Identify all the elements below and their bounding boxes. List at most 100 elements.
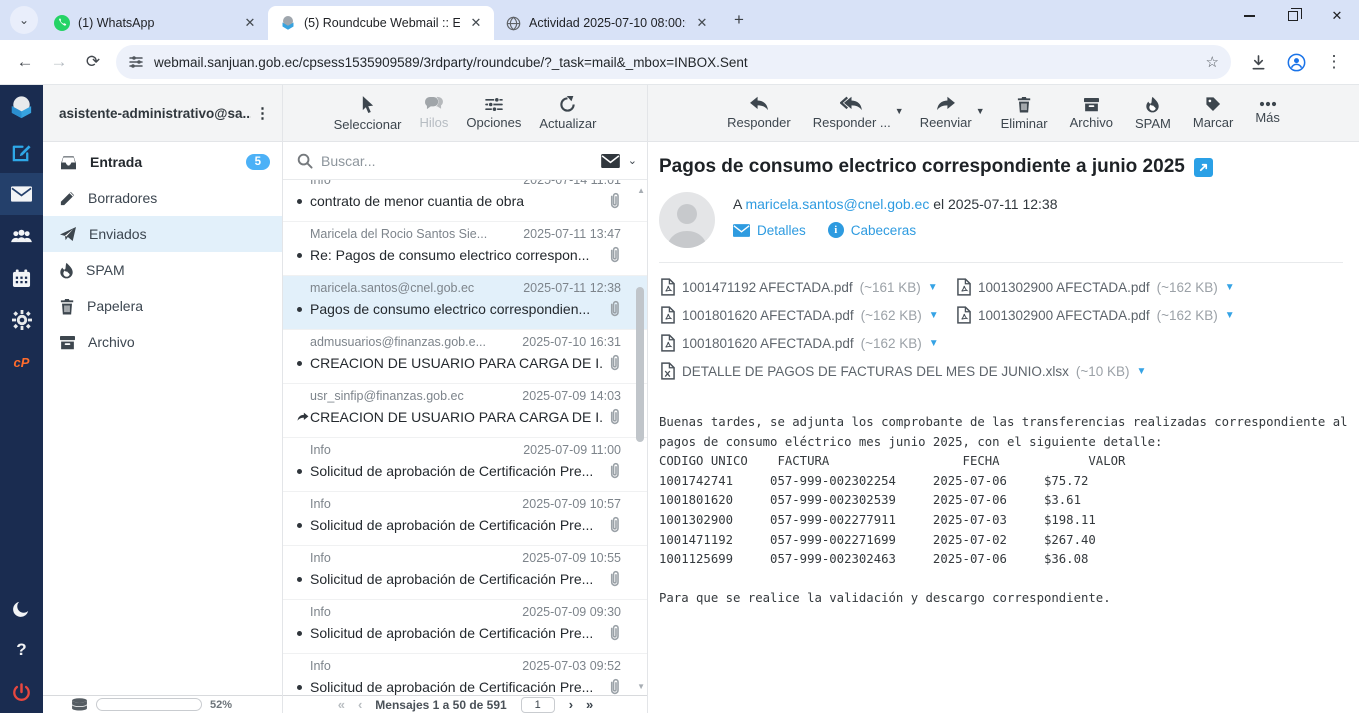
attachment-menu-caret-icon[interactable]: ▼ bbox=[928, 282, 938, 293]
attachment-clip-icon bbox=[608, 192, 621, 210]
toolbar-button-responder[interactable]: Responder ... bbox=[807, 92, 897, 134]
attachment-menu-caret-icon[interactable]: ▼ bbox=[929, 310, 939, 321]
dropdown-caret-icon[interactable]: ▼ bbox=[895, 106, 904, 134]
forward-button[interactable]: → bbox=[42, 45, 76, 79]
scrollbar-thumb[interactable] bbox=[636, 287, 644, 442]
site-settings-icon[interactable] bbox=[128, 54, 144, 70]
next-page-button[interactable]: › bbox=[569, 697, 572, 712]
attachment-menu-caret-icon[interactable]: ▼ bbox=[1225, 282, 1235, 293]
folder-item-entrada[interactable]: Entrada 5 bbox=[43, 144, 282, 180]
folder-item-borradores[interactable]: Borradores bbox=[43, 180, 282, 216]
message-list-item[interactable]: admusuarios@finanzas.gob.e... 2025-07-10… bbox=[283, 330, 647, 384]
calendar-icon[interactable] bbox=[0, 257, 43, 299]
attachment-item[interactable]: 1001471192 AFECTADA.pdf (~161 KB) ▼ bbox=[661, 273, 957, 301]
settings-gear-icon[interactable] bbox=[0, 299, 43, 341]
attachment-item[interactable]: DETALLE DE PAGOS DE FACTURAS DEL MES DE … bbox=[661, 357, 1166, 385]
url-text[interactable]: webmail.sanjuan.gob.ec/cpsess1535909589/… bbox=[154, 55, 1198, 70]
toolbar-button-reenviar[interactable]: Reenviar bbox=[914, 92, 978, 134]
tab-close-icon[interactable]: ✕ bbox=[694, 15, 710, 31]
attachment-menu-caret-icon[interactable]: ▼ bbox=[929, 338, 939, 349]
search-input[interactable] bbox=[321, 153, 593, 169]
message-list-item[interactable]: usr_sinfip@finanzas.gob.ec 2025-07-09 14… bbox=[283, 384, 647, 438]
folder-item-enviados[interactable]: Enviados bbox=[43, 216, 282, 252]
attachment-item[interactable]: 1001801620 AFECTADA.pdf (~162 KB) ▼ bbox=[661, 329, 957, 357]
details-toggle[interactable]: Detalles bbox=[733, 223, 806, 238]
headers-toggle[interactable]: i Cabeceras bbox=[828, 222, 916, 238]
logout-power-icon[interactable] bbox=[0, 671, 43, 713]
toolbar-button-m-s[interactable]: Más bbox=[1249, 97, 1286, 129]
recipient-email-link[interactable]: maricela.santos@cnel.gob.ec bbox=[745, 196, 929, 212]
attachment-clip-icon bbox=[608, 354, 621, 372]
toolbar-button-marcar[interactable]: Marcar bbox=[1187, 92, 1239, 134]
options-icon bbox=[485, 97, 503, 112]
tab-close-icon[interactable]: ✕ bbox=[242, 15, 258, 31]
roundcube-logo-icon[interactable] bbox=[0, 85, 43, 131]
cpanel-icon[interactable]: cP bbox=[0, 341, 43, 383]
toolbar-button-actualizar[interactable]: Actualizar bbox=[533, 92, 602, 135]
downloads-icon[interactable] bbox=[1241, 45, 1275, 79]
browser-menu-icon[interactable]: ⋮ bbox=[1317, 45, 1351, 79]
toolbar-button-hilos[interactable]: Hilos bbox=[414, 92, 455, 134]
search-options-chevron-icon[interactable]: ⌄ bbox=[628, 154, 637, 167]
list-scrollbar[interactable]: ▲ ▼ bbox=[634, 180, 646, 695]
toolbar-button-eliminar[interactable]: Eliminar bbox=[995, 92, 1054, 135]
message-subject: Solicitud de aprobación de Certificación… bbox=[310, 679, 602, 695]
toolbar-button-seleccionar[interactable]: Seleccionar bbox=[328, 91, 408, 136]
message-list-item[interactable]: Info 2025-07-14 11:01 contrato de menor … bbox=[283, 180, 647, 222]
scroll-down-icon[interactable]: ▼ bbox=[637, 682, 645, 691]
message-list-item[interactable]: Info 2025-07-09 11:00 Solicitud de aprob… bbox=[283, 438, 647, 492]
minimize-button[interactable] bbox=[1227, 0, 1271, 32]
prev-page-button[interactable]: ‹ bbox=[358, 697, 361, 712]
folder-item-archivo[interactable]: Archivo bbox=[43, 324, 282, 360]
attachment-item[interactable]: 1001302900 AFECTADA.pdf (~162 KB) ▼ bbox=[957, 301, 1253, 329]
page-number-input[interactable] bbox=[521, 697, 555, 713]
forwarded-icon bbox=[297, 412, 309, 422]
message-sender: Info bbox=[310, 605, 331, 619]
message-list-item[interactable]: Info 2025-07-09 10:57 Solicitud de aprob… bbox=[283, 492, 647, 546]
back-button[interactable]: ← bbox=[8, 45, 42, 79]
close-window-button[interactable]: ✕ bbox=[1315, 0, 1359, 32]
bookmark-star-icon[interactable]: ☆ bbox=[1206, 53, 1219, 71]
toolbar-button-responder[interactable]: Responder bbox=[721, 92, 797, 134]
pagination-summary: Mensajes 1 a 50 de 591 bbox=[375, 698, 506, 712]
open-in-new-window-icon[interactable] bbox=[1194, 158, 1213, 177]
address-bar[interactable]: webmail.sanjuan.gob.ec/cpsess1535909589/… bbox=[116, 45, 1231, 79]
mail-icon[interactable] bbox=[0, 173, 43, 215]
message-date: 2025-07-11 13:47 bbox=[523, 227, 621, 241]
folder-item-spam[interactable]: SPAM bbox=[43, 252, 282, 288]
toolbar-button-archivo[interactable]: Archivo bbox=[1064, 93, 1119, 134]
browser-tab[interactable]: (5) Roundcube Webmail :: Envia ✕ bbox=[268, 6, 494, 40]
message-list-item[interactable]: maricela.santos@cnel.gob.ec 2025-07-11 1… bbox=[283, 276, 647, 330]
first-page-button[interactable]: « bbox=[338, 697, 344, 712]
attachment-item[interactable]: 1001801620 AFECTADA.pdf (~162 KB) ▼ bbox=[661, 301, 957, 329]
account-header[interactable]: asistente-administrativo@sa... ⋮ bbox=[43, 85, 282, 142]
account-menu-icon[interactable]: ⋮ bbox=[251, 104, 274, 122]
tab-close-icon[interactable]: ✕ bbox=[468, 15, 484, 31]
profile-avatar-icon[interactable] bbox=[1279, 45, 1313, 79]
new-tab-button[interactable]: + bbox=[726, 7, 752, 33]
attachment-menu-caret-icon[interactable]: ▼ bbox=[1225, 310, 1235, 321]
message-list-item[interactable]: Info 2025-07-09 10:55 Solicitud de aprob… bbox=[283, 546, 647, 600]
last-page-button[interactable]: » bbox=[586, 697, 592, 712]
refresh-button[interactable]: ⟳ bbox=[76, 45, 110, 79]
message-list-item[interactable]: Info 2025-07-03 09:52 Solicitud de aprob… bbox=[283, 654, 647, 695]
message-list-item[interactable]: Maricela del Rocio Santos Sie... 2025-07… bbox=[283, 222, 647, 276]
attachment-item[interactable]: 1001302900 AFECTADA.pdf (~162 KB) ▼ bbox=[957, 273, 1253, 301]
scroll-up-icon[interactable]: ▲ bbox=[637, 186, 645, 195]
toolbar-button-opciones[interactable]: Opciones bbox=[460, 93, 527, 134]
pencil-icon bbox=[59, 190, 76, 207]
contacts-icon[interactable] bbox=[0, 215, 43, 257]
compose-icon[interactable] bbox=[0, 131, 43, 173]
help-icon[interactable]: ? bbox=[0, 629, 43, 671]
browser-tab[interactable]: Actividad 2025-07-10 08:00:00 ✕ bbox=[494, 6, 720, 40]
toolbar-button-spam[interactable]: SPAM bbox=[1129, 92, 1177, 135]
message-list-item[interactable]: Info 2025-07-09 09:30 Solicitud de aprob… bbox=[283, 600, 647, 654]
folder-item-papelera[interactable]: Papelera bbox=[43, 288, 282, 324]
dark-mode-moon-icon[interactable] bbox=[0, 587, 43, 629]
tab-search-button[interactable]: ⌄ bbox=[10, 6, 38, 34]
restore-button[interactable] bbox=[1271, 0, 1315, 32]
attachment-menu-caret-icon[interactable]: ▼ bbox=[1136, 366, 1146, 377]
browser-tab[interactable]: (1) WhatsApp ✕ bbox=[42, 6, 268, 40]
search-scope-envelope-icon[interactable] bbox=[601, 154, 620, 168]
dropdown-caret-icon[interactable]: ▼ bbox=[976, 106, 985, 134]
